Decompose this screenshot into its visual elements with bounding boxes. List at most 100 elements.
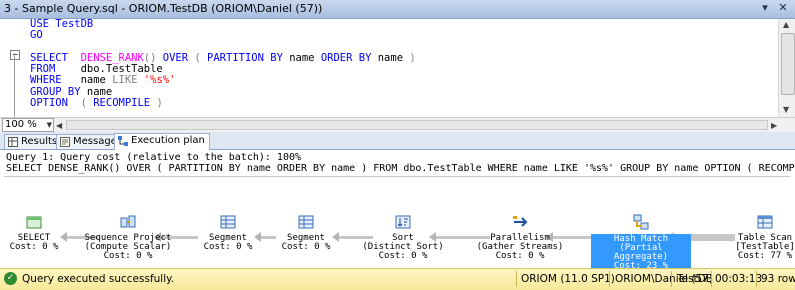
editor-gutter [0, 19, 14, 117]
scroll-left-icon[interactable]: ◀ [56, 121, 62, 130]
plan-operator[interactable]: Table Scan [TestTable] Cost: 77 % [730, 214, 795, 261]
tab-results[interactable]: Results [4, 134, 63, 149]
code-token: name [80, 74, 113, 87]
operator-label: Parallelism (Gather Streams) Cost: 0 % [470, 234, 570, 261]
operator-label: Sort (Distinct Sort) Cost: 0 % [358, 234, 448, 261]
operator-cost: Cost: 0 % [281, 242, 331, 252]
operator-label: Segment Cost: 0 % [271, 234, 341, 252]
code-token: dbo.TestTable [80, 63, 163, 76]
code-token: name [86, 85, 113, 98]
scroll-right-icon[interactable]: ▶ [771, 121, 777, 130]
editor-vertical-scrollbar[interactable]: ▲ ▼ [778, 19, 795, 117]
close-icon[interactable]: ✕ [775, 1, 791, 16]
code-token: OVER [162, 51, 195, 64]
plan-operator[interactable]: SELECT Cost: 0 % [4, 214, 64, 252]
operator-detail: (Partial Aggregate) [613, 243, 669, 262]
select-icon [26, 216, 42, 229]
code-token: GO [30, 29, 43, 42]
tab-label: Results [21, 136, 58, 147]
divider [711, 271, 712, 287]
code-token: ) [156, 97, 163, 110]
code-token: SELECT [30, 51, 81, 64]
table-scan-icon [757, 215, 773, 229]
code-token: ( [194, 51, 208, 64]
chevron-down-icon[interactable]: ▼ [47, 119, 52, 131]
code-token: name [377, 51, 410, 64]
outline-line [14, 53, 15, 125]
success-check-icon: ✓ [4, 272, 17, 285]
plan-operator[interactable]: Hash Match (Partial Aggregate) Cost: 23 % [591, 214, 691, 272]
editor-footer: 100 % ▼ ◀ ▶ [0, 117, 795, 132]
plan-operator[interactable]: Segment Cost: 0 % [193, 214, 263, 252]
scroll-thumb[interactable] [781, 33, 795, 95]
scroll-up-icon[interactable]: ▲ [783, 20, 789, 29]
zoom-select[interactable]: 100 % ▼ [2, 118, 54, 132]
scroll-down-icon[interactable]: ▼ [783, 105, 789, 114]
results-tabs: Results Messages Execution plan [0, 132, 795, 150]
operator-label: SELECT Cost: 0 % [4, 234, 64, 252]
query-editor[interactable]: − USE TestDBGOSELECT DENSE_RANK() OVER (… [0, 18, 778, 125]
plan-operator[interactable]: Segment Cost: 0 % [271, 214, 341, 252]
window-menu-arrow-icon[interactable]: ▾ [757, 1, 773, 16]
plan-operator[interactable]: Sort (Distinct Sort) Cost: 0 % [358, 214, 448, 261]
code-token: RECOMPILE [93, 97, 157, 110]
operator-label: Sequence Project (Compute Scalar) Cost: 0 … [73, 234, 183, 261]
sequence-project-icon [120, 215, 136, 228]
plan-diagram[interactable]: SELECT Cost: 0 % Sequence Project (Compute … [0, 204, 795, 272]
sort-icon [395, 215, 411, 229]
code-token: USE [30, 18, 56, 30]
grid-icon [8, 137, 18, 147]
sql-code[interactable]: USE TestDB GO SELECT DENSE_RANK() OVER ( P… [30, 18, 416, 110]
horizontal-scroll-thumb[interactable] [66, 120, 768, 130]
code-token: name [289, 51, 321, 64]
collapse-icon[interactable]: − [10, 50, 20, 60]
operator-cost: Cost: 77 % [737, 251, 793, 261]
code-token: () [143, 51, 163, 64]
execution-plan-icon [118, 136, 128, 146]
code-token: WHERE [30, 74, 81, 87]
operator-cost: Cost: 0 % [9, 242, 59, 252]
zoom-value: 100 % [5, 119, 37, 130]
status-message: Query executed successfully. [22, 273, 175, 285]
query-cost-line: Query 1: Query cost (relative to the bat… [6, 152, 302, 163]
execution-plan-pane[interactable]: Query 1: Query cost (relative to the bat… [0, 150, 795, 272]
code-line[interactable]: GO [30, 30, 416, 41]
code-token: ) [409, 51, 416, 64]
code-token: FROM [30, 63, 81, 76]
query-text: SELECT DENSE_RANK() OVER ( PARTITION BY … [6, 163, 795, 174]
divider [756, 271, 757, 287]
divider [4, 176, 790, 177]
operator-cost: Cost: 0 % [495, 251, 545, 261]
plan-operator[interactable]: Parallelism (Gather Streams) Cost: 0 % [470, 214, 570, 261]
code-token: LIKE [112, 74, 144, 87]
status-database: TestDB [677, 273, 713, 285]
code-token: ORDER BY [320, 51, 378, 64]
code-line[interactable]: OPTION ( RECOMPILE ) [30, 97, 416, 110]
operator-label: Segment Cost: 0 % [193, 234, 263, 252]
plan-operator[interactable]: Sequence Project (Compute Scalar) Cost: 0 … [73, 214, 183, 261]
code-token: GROUP BY [30, 85, 87, 98]
divider [516, 271, 517, 287]
messages-icon [60, 137, 70, 147]
operator-cost: Cost: 0 % [103, 251, 153, 261]
status-bar: ✓ Query executed successfully. ORIOM (11… [0, 268, 795, 290]
tab-label: Execution plan [131, 135, 205, 146]
code-token: OPTION [30, 97, 81, 110]
hash-match-icon [633, 214, 649, 230]
status-rows: 93 rows [761, 273, 795, 285]
code-token: ( [80, 97, 94, 110]
parallelism-icon [513, 216, 528, 227]
segment-icon [220, 215, 236, 229]
divider [609, 271, 610, 287]
divider [671, 271, 672, 287]
title-bar: 3 - Sample Query.sql - ORIOM.TestDB (ORI… [0, 0, 795, 19]
code-token: PARTITION BY [207, 51, 290, 64]
status-server: ORIOM (11.0 SP1) [521, 273, 615, 285]
query-header: Query 1: Query cost (relative to the bat… [6, 152, 795, 174]
operator-label: Hash Match (Partial Aggregate) Cost: 23 % [591, 234, 691, 272]
tab-execution-plan[interactable]: Execution plan [114, 133, 210, 150]
code-token: TestDB [55, 18, 94, 30]
code-line[interactable]: USE TestDB [30, 18, 416, 30]
code-token: DENSE_RANK [80, 51, 144, 64]
operator-cost: Cost: 0 % [203, 242, 253, 252]
